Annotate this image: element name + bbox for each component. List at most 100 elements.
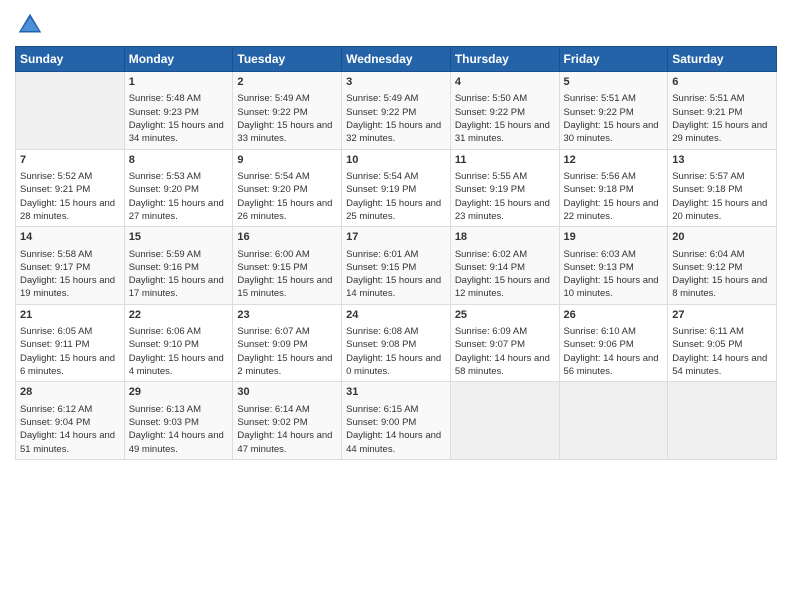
- sunset-text: Sunset: 9:07 PM: [455, 338, 555, 351]
- sunrise-text: Sunrise: 6:09 AM: [455, 325, 555, 338]
- sunrise-text: Sunrise: 6:15 AM: [346, 403, 446, 416]
- sunrise-text: Sunrise: 6:12 AM: [20, 403, 120, 416]
- daylight-text: Daylight: 15 hours and 25 minutes.: [346, 197, 446, 224]
- sunrise-text: Sunrise: 6:07 AM: [237, 325, 337, 338]
- sunset-text: Sunset: 9:20 PM: [237, 183, 337, 196]
- sunset-text: Sunset: 9:20 PM: [129, 183, 229, 196]
- daylight-text: Daylight: 14 hours and 47 minutes.: [237, 429, 337, 456]
- sunrise-text: Sunrise: 5:52 AM: [20, 170, 120, 183]
- sunrise-text: Sunrise: 6:01 AM: [346, 248, 446, 261]
- calendar-cell: 25Sunrise: 6:09 AMSunset: 9:07 PMDayligh…: [450, 304, 559, 382]
- calendar-cell: 12Sunrise: 5:56 AMSunset: 9:18 PMDayligh…: [559, 149, 668, 227]
- daylight-text: Daylight: 15 hours and 31 minutes.: [455, 119, 555, 146]
- daylight-text: Daylight: 15 hours and 32 minutes.: [346, 119, 446, 146]
- calendar-cell: 29Sunrise: 6:13 AMSunset: 9:03 PMDayligh…: [124, 382, 233, 460]
- day-number: 15: [129, 230, 229, 245]
- calendar-cell: 5Sunrise: 5:51 AMSunset: 9:22 PMDaylight…: [559, 72, 668, 150]
- calendar-cell: 20Sunrise: 6:04 AMSunset: 9:12 PMDayligh…: [668, 227, 777, 305]
- day-number: 13: [672, 153, 772, 168]
- daylight-text: Daylight: 15 hours and 10 minutes.: [564, 274, 664, 301]
- day-number: 17: [346, 230, 446, 245]
- day-number: 20: [672, 230, 772, 245]
- sunset-text: Sunset: 9:21 PM: [672, 106, 772, 119]
- sunset-text: Sunset: 9:11 PM: [20, 338, 120, 351]
- sunrise-text: Sunrise: 6:02 AM: [455, 248, 555, 261]
- calendar-cell: 16Sunrise: 6:00 AMSunset: 9:15 PMDayligh…: [233, 227, 342, 305]
- calendar-cell: [559, 382, 668, 460]
- day-number: 14: [20, 230, 120, 245]
- sunrise-text: Sunrise: 5:57 AM: [672, 170, 772, 183]
- daylight-text: Daylight: 15 hours and 6 minutes.: [20, 352, 120, 379]
- day-number: 25: [455, 308, 555, 323]
- daylight-text: Daylight: 15 hours and 27 minutes.: [129, 197, 229, 224]
- sunset-text: Sunset: 9:15 PM: [346, 261, 446, 274]
- calendar-cell: [668, 382, 777, 460]
- sunset-text: Sunset: 9:02 PM: [237, 416, 337, 429]
- daylight-text: Daylight: 15 hours and 33 minutes.: [237, 119, 337, 146]
- calendar-cell: [16, 72, 125, 150]
- sunset-text: Sunset: 9:10 PM: [129, 338, 229, 351]
- sunset-text: Sunset: 9:15 PM: [237, 261, 337, 274]
- day-number: 18: [455, 230, 555, 245]
- calendar-cell: 6Sunrise: 5:51 AMSunset: 9:21 PMDaylight…: [668, 72, 777, 150]
- calendar-cell: 1Sunrise: 5:48 AMSunset: 9:23 PMDaylight…: [124, 72, 233, 150]
- sunrise-text: Sunrise: 5:55 AM: [455, 170, 555, 183]
- sunrise-text: Sunrise: 5:56 AM: [564, 170, 664, 183]
- sunset-text: Sunset: 9:14 PM: [455, 261, 555, 274]
- daylight-text: Daylight: 15 hours and 19 minutes.: [20, 274, 120, 301]
- calendar-cell: [450, 382, 559, 460]
- calendar-cell: 30Sunrise: 6:14 AMSunset: 9:02 PMDayligh…: [233, 382, 342, 460]
- calendar-cell: 21Sunrise: 6:05 AMSunset: 9:11 PMDayligh…: [16, 304, 125, 382]
- daylight-text: Daylight: 15 hours and 12 minutes.: [455, 274, 555, 301]
- calendar-cell: 11Sunrise: 5:55 AMSunset: 9:19 PMDayligh…: [450, 149, 559, 227]
- calendar-cell: 31Sunrise: 6:15 AMSunset: 9:00 PMDayligh…: [342, 382, 451, 460]
- sunrise-text: Sunrise: 5:59 AM: [129, 248, 229, 261]
- calendar-week-3: 21Sunrise: 6:05 AMSunset: 9:11 PMDayligh…: [16, 304, 777, 382]
- calendar-cell: 15Sunrise: 5:59 AMSunset: 9:16 PMDayligh…: [124, 227, 233, 305]
- day-number: 3: [346, 75, 446, 90]
- weekday-header-wednesday: Wednesday: [342, 47, 451, 72]
- weekday-header-sunday: Sunday: [16, 47, 125, 72]
- sunrise-text: Sunrise: 6:10 AM: [564, 325, 664, 338]
- sunset-text: Sunset: 9:22 PM: [455, 106, 555, 119]
- sunset-text: Sunset: 9:09 PM: [237, 338, 337, 351]
- daylight-text: Daylight: 15 hours and 2 minutes.: [237, 352, 337, 379]
- day-number: 2: [237, 75, 337, 90]
- daylight-text: Daylight: 15 hours and 30 minutes.: [564, 119, 664, 146]
- calendar-week-2: 14Sunrise: 5:58 AMSunset: 9:17 PMDayligh…: [16, 227, 777, 305]
- sunset-text: Sunset: 9:22 PM: [346, 106, 446, 119]
- calendar-week-4: 28Sunrise: 6:12 AMSunset: 9:04 PMDayligh…: [16, 382, 777, 460]
- calendar-cell: 23Sunrise: 6:07 AMSunset: 9:09 PMDayligh…: [233, 304, 342, 382]
- sunset-text: Sunset: 9:23 PM: [129, 106, 229, 119]
- daylight-text: Daylight: 15 hours and 8 minutes.: [672, 274, 772, 301]
- header: [15, 10, 777, 40]
- daylight-text: Daylight: 15 hours and 34 minutes.: [129, 119, 229, 146]
- daylight-text: Daylight: 14 hours and 54 minutes.: [672, 352, 772, 379]
- calendar-container: SundayMondayTuesdayWednesdayThursdayFrid…: [0, 0, 792, 612]
- daylight-text: Daylight: 15 hours and 4 minutes.: [129, 352, 229, 379]
- calendar-cell: 28Sunrise: 6:12 AMSunset: 9:04 PMDayligh…: [16, 382, 125, 460]
- daylight-text: Daylight: 14 hours and 56 minutes.: [564, 352, 664, 379]
- weekday-header-saturday: Saturday: [668, 47, 777, 72]
- sunrise-text: Sunrise: 6:03 AM: [564, 248, 664, 261]
- calendar-cell: 26Sunrise: 6:10 AMSunset: 9:06 PMDayligh…: [559, 304, 668, 382]
- sunset-text: Sunset: 9:18 PM: [672, 183, 772, 196]
- sunrise-text: Sunrise: 5:53 AM: [129, 170, 229, 183]
- calendar-cell: 4Sunrise: 5:50 AMSunset: 9:22 PMDaylight…: [450, 72, 559, 150]
- day-number: 30: [237, 385, 337, 400]
- sunset-text: Sunset: 9:00 PM: [346, 416, 446, 429]
- day-number: 9: [237, 153, 337, 168]
- sunset-text: Sunset: 9:19 PM: [346, 183, 446, 196]
- daylight-text: Daylight: 15 hours and 29 minutes.: [672, 119, 772, 146]
- sunrise-text: Sunrise: 5:49 AM: [237, 92, 337, 105]
- calendar-week-1: 7Sunrise: 5:52 AMSunset: 9:21 PMDaylight…: [16, 149, 777, 227]
- daylight-text: Daylight: 15 hours and 28 minutes.: [20, 197, 120, 224]
- calendar-body: 1Sunrise: 5:48 AMSunset: 9:23 PMDaylight…: [16, 72, 777, 460]
- calendar-cell: 17Sunrise: 6:01 AMSunset: 9:15 PMDayligh…: [342, 227, 451, 305]
- day-number: 28: [20, 385, 120, 400]
- day-number: 29: [129, 385, 229, 400]
- daylight-text: Daylight: 15 hours and 15 minutes.: [237, 274, 337, 301]
- weekday-header-monday: Monday: [124, 47, 233, 72]
- calendar-header: SundayMondayTuesdayWednesdayThursdayFrid…: [16, 47, 777, 72]
- sunrise-text: Sunrise: 6:00 AM: [237, 248, 337, 261]
